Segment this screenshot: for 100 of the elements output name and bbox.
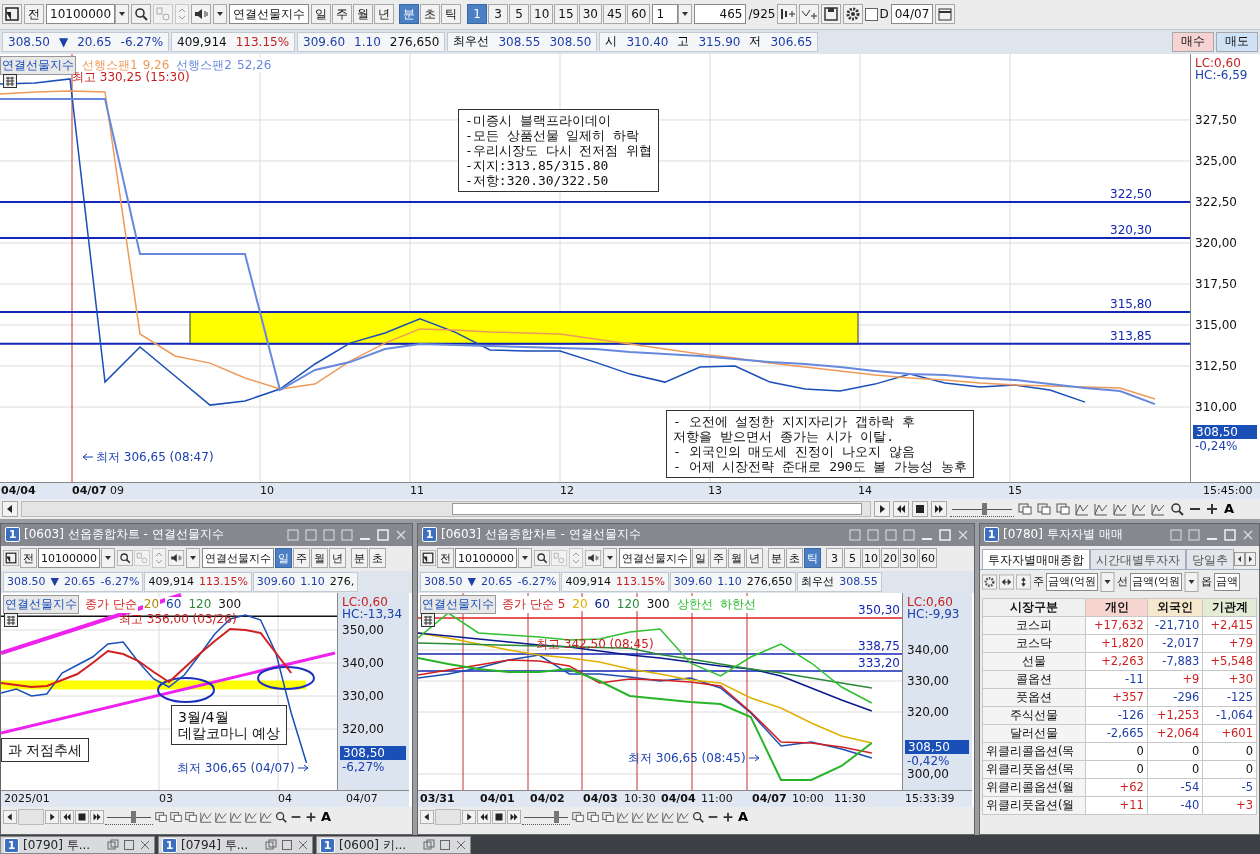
window-tool-icon[interactable] [169, 809, 183, 824]
window-tool-icon[interactable] [571, 809, 585, 824]
font-button[interactable]: A [319, 809, 334, 825]
dropdown-caret-icon[interactable] [185, 548, 201, 569]
slider-thumb[interactable] [982, 502, 988, 515]
filter-select[interactable]: 금액(억원 [1046, 572, 1099, 591]
filter-select[interactable]: 금액(억원 [1130, 572, 1183, 591]
interval-tab[interactable]: 20 [881, 548, 899, 569]
tab[interactable]: 투자자별매매종합 [982, 548, 1090, 569]
zoom-slider[interactable] [522, 808, 570, 825]
search-icon[interactable] [534, 548, 550, 569]
layout-icon[interactable] [420, 548, 436, 569]
period-tab[interactable]: 주 [293, 548, 310, 569]
scrollbar[interactable] [435, 808, 461, 825]
interval-tab[interactable]: 60 [919, 548, 937, 569]
dropdown-caret-icon[interactable] [602, 548, 618, 569]
previous-button[interactable]: 전 [24, 4, 44, 25]
vertical-resize-icon[interactable] [1016, 572, 1031, 591]
settings-icon[interactable] [843, 4, 864, 25]
tab[interactable]: 시간대별투자자 [1090, 548, 1186, 569]
interval-tab[interactable]: 1 [467, 4, 488, 25]
font-button[interactable]: A [1222, 501, 1237, 517]
interval-tab[interactable]: 10 [530, 4, 554, 25]
zoom-slider[interactable] [105, 808, 153, 825]
interval-tab[interactable]: 30 [900, 548, 918, 569]
dropdown-caret-icon[interactable] [1100, 571, 1116, 592]
period-tab[interactable]: 년 [329, 548, 346, 569]
dropdown-caret-icon[interactable] [678, 4, 693, 25]
scrollbar[interactable] [18, 808, 44, 825]
maximize-icon[interactable] [281, 839, 293, 851]
interval-tab[interactable]: 5 [844, 548, 861, 569]
period-tab[interactable]: 분 [351, 548, 368, 569]
date-field[interactable]: 04/07 [890, 4, 934, 25]
period-tab[interactable]: 초 [369, 548, 386, 569]
scroll-left-icon[interactable] [3, 809, 17, 824]
table-icon[interactable] [3, 73, 17, 88]
interval-tab[interactable]: 5 [509, 4, 530, 25]
rewind-icon[interactable] [60, 809, 74, 824]
scroll-left-icon[interactable] [2, 500, 18, 517]
name-field[interactable]: 연결선물지수 [229, 4, 310, 25]
fast-forward-icon[interactable] [90, 809, 104, 824]
font-button[interactable]: A [736, 809, 751, 825]
period-tab[interactable]: 년 [746, 548, 763, 569]
restore-icon[interactable] [107, 839, 119, 851]
sell-button[interactable]: 매도 [1216, 31, 1258, 52]
previous-button[interactable]: 전 [437, 548, 454, 569]
maximize-icon[interactable] [439, 839, 451, 851]
interval-tab[interactable]: 3 [488, 4, 509, 25]
period-tab[interactable]: 틱 [804, 548, 821, 569]
maximize-icon[interactable] [123, 839, 135, 851]
close-icon[interactable] [297, 839, 309, 851]
dropdown-caret-icon[interactable] [115, 4, 130, 25]
dropdown-caret-icon[interactable] [517, 548, 533, 569]
filter-select[interactable]: 금액 [1214, 572, 1241, 591]
period-tab[interactable]: 초 [786, 548, 803, 569]
taskbar-item[interactable]: 1 [0600] 키... [316, 836, 471, 854]
period-tab[interactable]: 주 [710, 548, 727, 569]
stop-icon[interactable] [75, 809, 89, 824]
scroll-left-icon[interactable] [420, 809, 434, 824]
window-tool-icon[interactable] [1055, 500, 1071, 517]
name-field[interactable]: 연결선물지수 [202, 548, 274, 569]
period-tab[interactable]: 틱 [441, 4, 462, 25]
taskbar-item[interactable]: 1 [0794] 투... [158, 836, 313, 854]
period-tab[interactable]: 일 [311, 4, 332, 25]
window-tool-icon[interactable] [601, 809, 615, 824]
scroll-right-icon[interactable] [462, 809, 476, 824]
layout-icon[interactable] [2, 4, 22, 25]
period-tab[interactable]: 분 [399, 4, 420, 25]
checkbox[interactable] [865, 7, 879, 21]
stop-icon[interactable] [912, 500, 928, 517]
period-tab[interactable]: 분 [768, 548, 785, 569]
period-tab[interactable]: 초 [420, 4, 441, 25]
speaker-icon[interactable] [168, 548, 184, 569]
dropdown-caret-icon[interactable] [1184, 571, 1200, 592]
stop-icon[interactable] [492, 809, 506, 824]
interval-tab[interactable]: 60 [627, 4, 651, 25]
dropdown-caret-icon[interactable] [213, 4, 228, 25]
interval-tab[interactable]: 45 [602, 4, 627, 25]
period-tab[interactable]: 일 [692, 548, 709, 569]
restore-icon[interactable] [265, 839, 277, 851]
search-icon[interactable] [117, 548, 133, 569]
search-icon[interactable] [131, 4, 152, 25]
legend-label[interactable]: 연결선물지수 [420, 594, 496, 614]
line-add-icon[interactable] [799, 4, 820, 25]
layout-icon[interactable] [3, 548, 19, 569]
previous-button[interactable]: 전 [20, 548, 37, 569]
period-tab[interactable]: 월 [353, 4, 374, 25]
horizontal-resize-icon[interactable] [999, 572, 1014, 591]
interval-tab[interactable]: 3 [826, 548, 843, 569]
close-icon[interactable] [455, 839, 467, 851]
period-tab[interactable]: 주 [332, 4, 353, 25]
taskbar-item[interactable]: 1 [0790] 투... [0, 836, 155, 854]
save-icon[interactable] [821, 4, 842, 25]
slider-thumb[interactable] [130, 810, 136, 823]
speaker-icon[interactable] [191, 4, 212, 25]
window-tool-icon[interactable] [1017, 500, 1033, 517]
buy-button[interactable]: 매수 [1172, 31, 1214, 52]
scroll-right-icon[interactable] [874, 500, 890, 517]
scrollbar-thumb[interactable] [452, 502, 862, 515]
search-icon[interactable] [691, 809, 705, 824]
